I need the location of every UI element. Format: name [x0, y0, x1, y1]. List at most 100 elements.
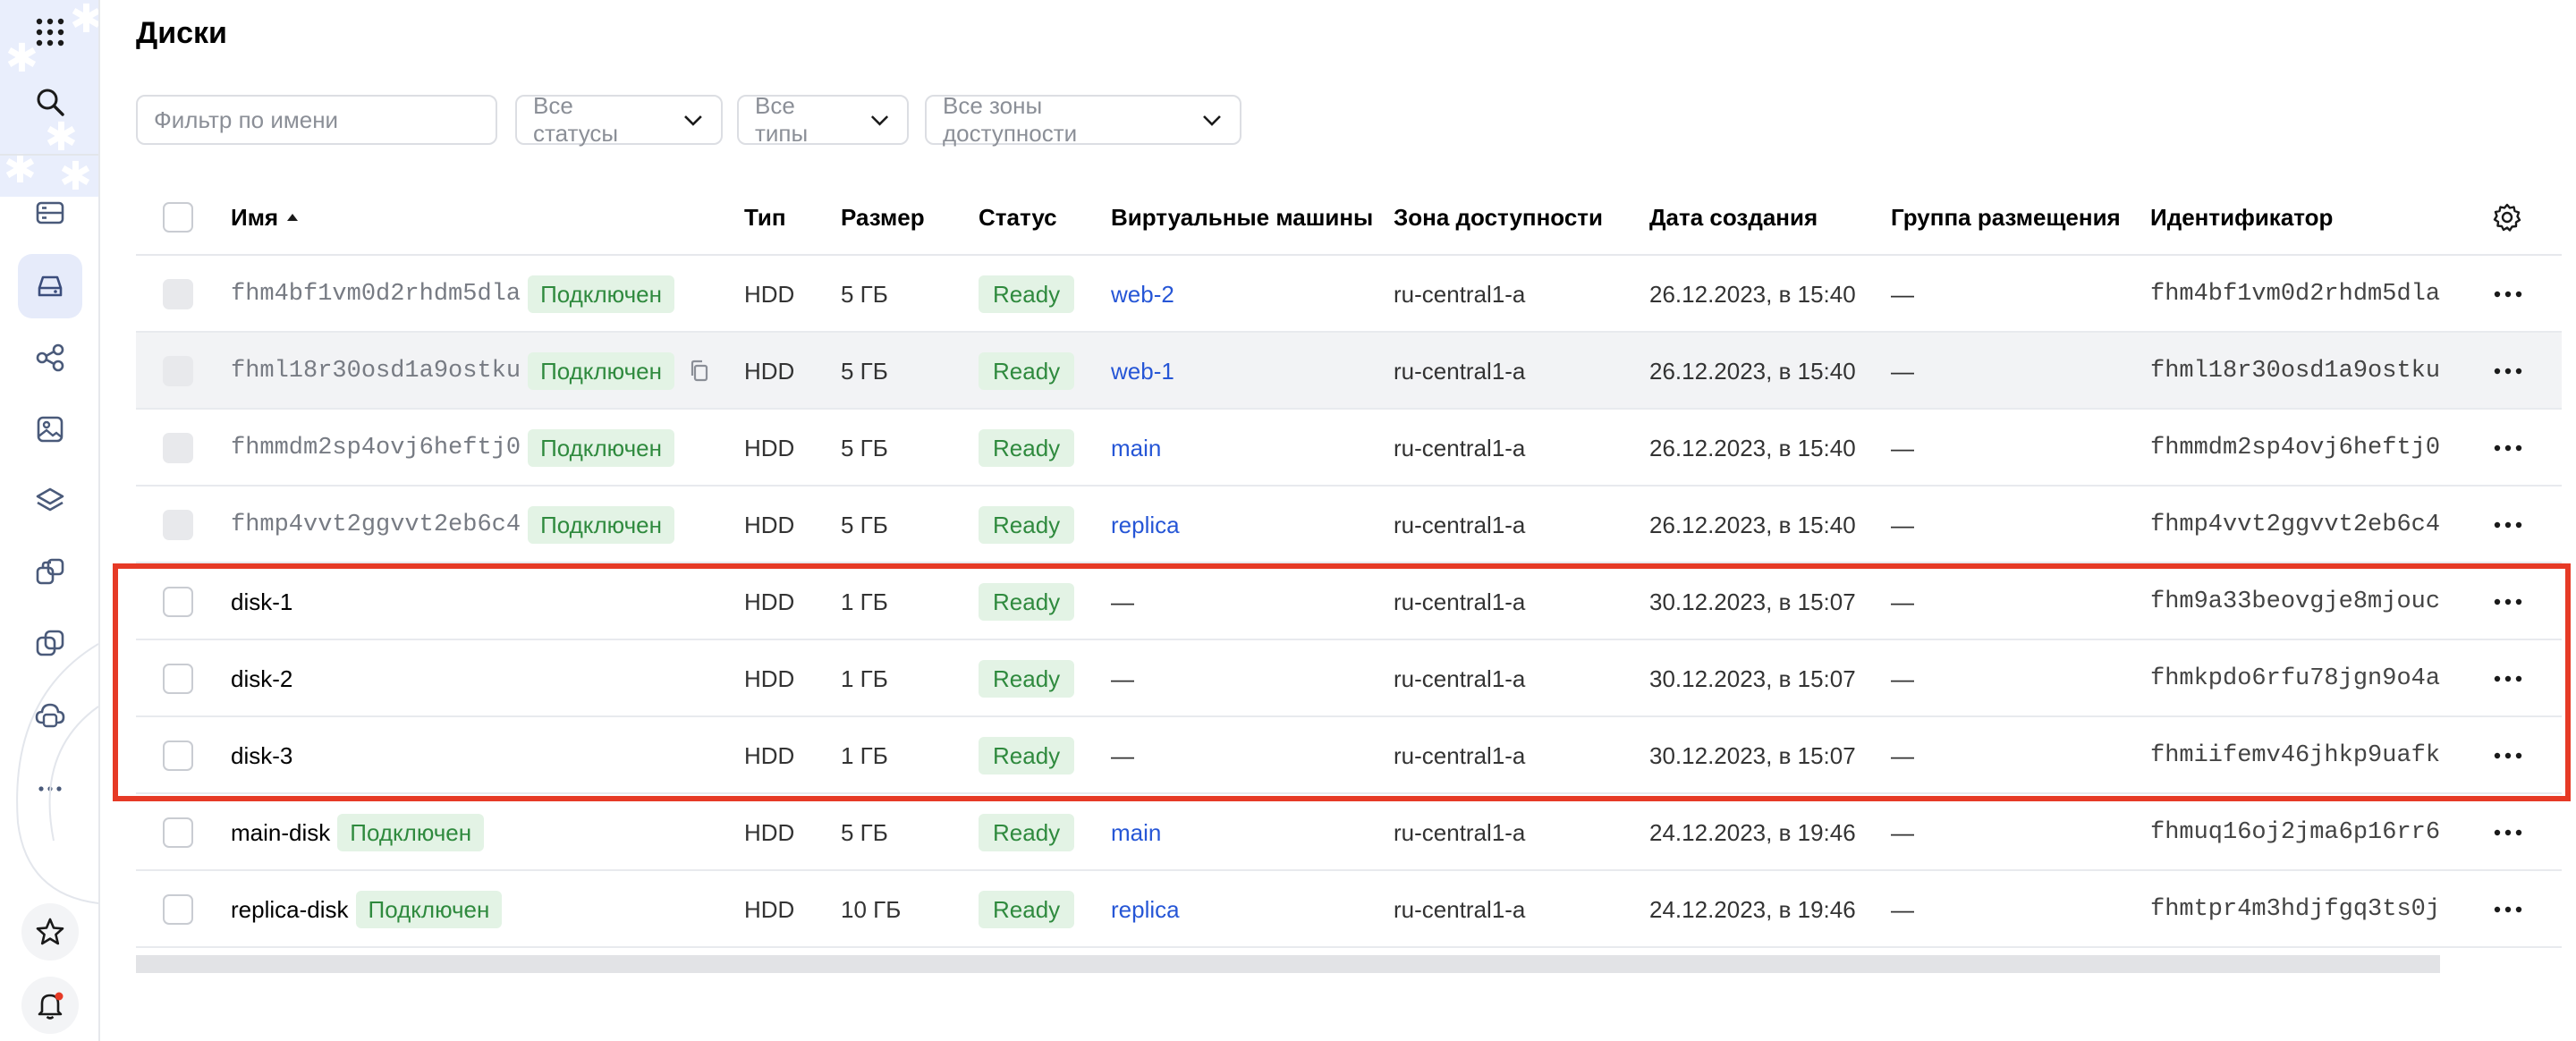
column-id-label: Идентификатор: [2150, 203, 2334, 231]
table-row[interactable]: fhml18r30osd1a9ostku Подключен HDD 5 ГБ …: [136, 333, 2562, 410]
vm-empty: —: [1111, 741, 1134, 769]
row-actions-button[interactable]: [2492, 563, 2524, 640]
vm-link[interactable]: web-1: [1111, 358, 1174, 385]
status-filter-select[interactable]: Все статусы: [515, 92, 723, 147]
column-id[interactable]: Идентификатор: [2150, 181, 2333, 254]
table-row[interactable]: disk-2 HDD 1 ГБ Ready — ru-central1-a 30…: [136, 640, 2562, 717]
row-checkbox[interactable]: [163, 510, 193, 540]
nav-dashboard[interactable]: [18, 181, 82, 245]
disk-name[interactable]: disk-1: [231, 588, 292, 616]
search-button[interactable]: [18, 70, 82, 134]
row-actions-button[interactable]: [2492, 410, 2524, 487]
placement-value: —: [1891, 357, 1914, 385]
name-filter[interactable]: [136, 95, 497, 145]
disk-name[interactable]: disk-3: [231, 742, 292, 770]
row-actions-button[interactable]: [2492, 256, 2524, 333]
row-checkbox[interactable]: [163, 279, 193, 309]
table-row[interactable]: fhm4bf1vm0d2rhdm5dla Подключен HDD 5 ГБ …: [136, 256, 2562, 333]
row-select-cell: [163, 410, 193, 487]
disk-name[interactable]: fhm4bf1vm0d2rhdm5dla: [231, 281, 521, 308]
row-checkbox[interactable]: [163, 894, 193, 925]
nav-disks[interactable]: [18, 254, 82, 318]
placement-value: —: [1891, 818, 1914, 846]
column-zone[interactable]: Зона доступности: [1394, 181, 1603, 254]
network-icon: [36, 343, 64, 372]
status-badge: Ready: [979, 737, 1075, 774]
vm-link[interactable]: replica: [1111, 896, 1180, 924]
nav-snapshots[interactable]: [18, 540, 82, 605]
column-status[interactable]: Статус: [979, 181, 1057, 254]
disk-name-cell: main-disk Подключен: [231, 794, 485, 871]
table-settings-button[interactable]: [2492, 181, 2522, 254]
disk-name-cell: disk-2: [231, 640, 292, 717]
column-name[interactable]: Имя: [231, 181, 300, 254]
status-cell: Ready: [979, 333, 1075, 410]
table-row[interactable]: disk-3 HDD 1 ГБ Ready — ru-central1-a 30…: [136, 717, 2562, 794]
horizontal-scrollbar[interactable]: [136, 955, 2440, 973]
row-actions-button[interactable]: [2492, 794, 2524, 871]
disk-name[interactable]: fhmmdm2sp4ovj6heftj0: [231, 435, 521, 461]
vm-link[interactable]: main: [1111, 435, 1161, 462]
vm-link[interactable]: replica: [1111, 512, 1180, 539]
disk-icon: [38, 275, 63, 297]
row-checkbox[interactable]: [163, 433, 193, 463]
attached-badge: Подключен: [528, 352, 674, 390]
favorites-button[interactable]: [21, 903, 79, 961]
table-row[interactable]: replica-disk Подключен HDD 10 ГБ Ready r…: [136, 871, 2562, 948]
row-actions-button[interactable]: [2492, 487, 2524, 563]
vm-cell: replica: [1111, 487, 1180, 563]
column-type[interactable]: Тип: [744, 181, 786, 254]
vm-empty: —: [1111, 588, 1134, 615]
zone-filter-select[interactable]: Все зоны доступности: [925, 92, 1241, 147]
table-row[interactable]: fhmmdm2sp4ovj6heftj0 Подключен HDD 5 ГБ …: [136, 410, 2562, 487]
placement-value: —: [1891, 588, 1914, 615]
status-cell: Ready: [979, 487, 1075, 563]
row-actions-button[interactable]: [2492, 871, 2524, 948]
disk-id: fhmkpdo6rfu78jgn9o4a: [2150, 665, 2441, 692]
table-row[interactable]: disk-1 HDD 1 ГБ Ready — ru-central1-a 30…: [136, 563, 2562, 640]
created-value: 30.12.2023, в 15:07: [1649, 664, 1856, 692]
column-created[interactable]: Дата создания: [1649, 181, 1818, 254]
column-size[interactable]: Размер: [841, 181, 925, 254]
row-actions-button[interactable]: [2492, 333, 2524, 410]
row-checkbox[interactable]: [163, 741, 193, 771]
type-filter-select[interactable]: Все типы: [737, 92, 909, 147]
nav-networks[interactable]: [18, 326, 82, 390]
disk-name[interactable]: main-disk: [231, 819, 330, 847]
column-type-label: Тип: [744, 203, 786, 231]
nav-layers[interactable]: [18, 469, 82, 533]
nav-images[interactable]: [18, 397, 82, 461]
row-checkbox[interactable]: [163, 817, 193, 848]
table-row[interactable]: fhmp4vvt2ggvvt2eb6c4 Подключен HDD 5 ГБ …: [136, 487, 2562, 563]
apps-grid-icon: [36, 18, 64, 47]
disk-name[interactable]: fhml18r30osd1a9ostku: [231, 358, 521, 385]
zone-value: ru-central1-a: [1394, 280, 1526, 308]
more-actions-icon: [2494, 829, 2522, 836]
row-actions-button[interactable]: [2492, 640, 2524, 717]
column-vms[interactable]: Виртуальные машины: [1111, 181, 1373, 254]
sort-ascending-icon: [287, 214, 299, 221]
column-placement[interactable]: Группа размещения: [1891, 181, 2121, 254]
vm-link[interactable]: web-2: [1111, 281, 1174, 309]
row-select-cell: [163, 256, 193, 333]
chevron-down-icon: [870, 115, 889, 126]
row-actions-button[interactable]: [2492, 717, 2524, 794]
select-all-checkbox[interactable]: [163, 202, 193, 233]
notifications-button[interactable]: [21, 977, 79, 1034]
disk-name-cell: fhm4bf1vm0d2rhdm5dla Подключен: [231, 256, 674, 333]
disk-name[interactable]: fhmp4vvt2ggvvt2eb6c4: [231, 512, 521, 538]
row-checkbox[interactable]: [163, 587, 193, 617]
name-filter-input[interactable]: [154, 106, 479, 134]
row-checkbox[interactable]: [163, 356, 193, 386]
disk-size: 5 ГБ: [841, 434, 888, 461]
disk-id: fhmp4vvt2ggvvt2eb6c4: [2150, 512, 2441, 538]
row-checkbox[interactable]: [163, 664, 193, 694]
created-value: 26.12.2023, в 15:40: [1649, 434, 1856, 461]
apps-grid-button[interactable]: [18, 0, 82, 64]
vm-link[interactable]: main: [1111, 819, 1161, 847]
table-row[interactable]: main-disk Подключен HDD 5 ГБ Ready main …: [136, 794, 2562, 871]
disk-name[interactable]: replica-disk: [231, 896, 349, 924]
disk-name[interactable]: disk-2: [231, 665, 292, 693]
more-actions-icon: [2494, 291, 2522, 298]
copy-icon[interactable]: [687, 359, 712, 384]
